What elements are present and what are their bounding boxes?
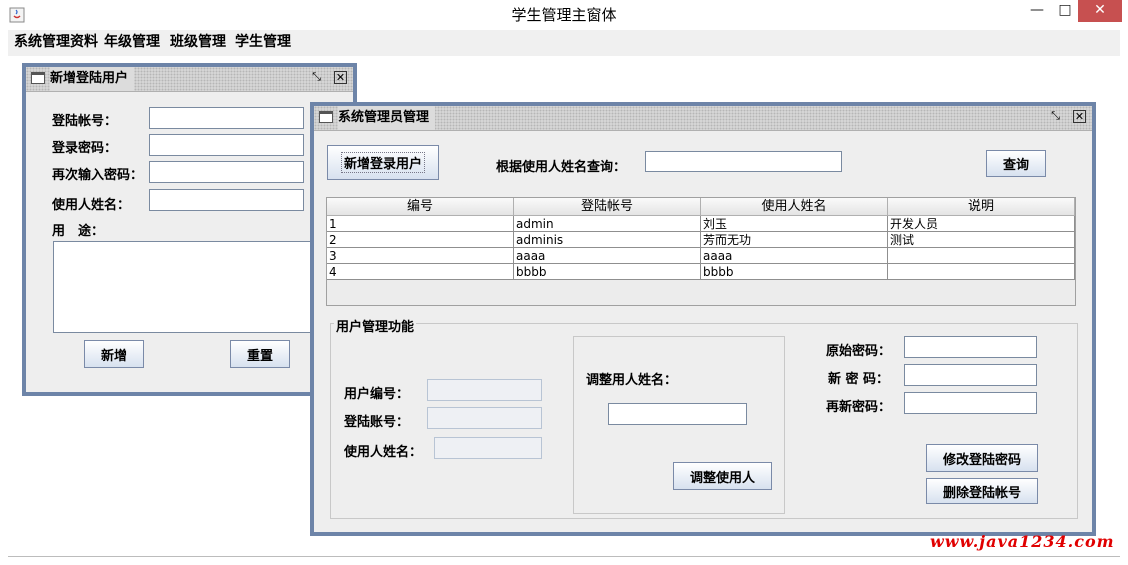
query-button[interactable]: 查询 [986, 150, 1046, 177]
user-management-group-title: 用户管理功能 [334, 316, 417, 335]
user-name-input[interactable] [149, 189, 304, 211]
close-icon[interactable]: ✕ [334, 71, 347, 84]
table-cell: bbbb [514, 264, 701, 280]
watermark-text: www.java1234.com [930, 532, 1115, 551]
password-input[interactable] [149, 134, 304, 156]
add-button[interactable]: 新增 [84, 340, 144, 368]
window-title: 学生管理主窗体 [511, 6, 617, 24]
table-cell [888, 264, 1075, 280]
password-again-label: 再次输入密码： [52, 168, 144, 183]
frame-icon [31, 72, 45, 84]
add-user-frame: 新增登陆用户 ⤡ ✕ 登陆帐号： 登录密码： 再次输入密码： 使用人姓名： 用 … [22, 63, 357, 396]
minimize-button[interactable]: — [1022, 0, 1052, 22]
col-header-account[interactable]: 登陆帐号 [514, 198, 701, 216]
restore-icon[interactable]: ⤡ [310, 71, 323, 84]
user-name-label: 使用人姓名： [52, 198, 131, 213]
add-user-frame-titlebar[interactable]: 新增登陆用户 ⤡ ✕ [26, 67, 353, 92]
table-cell: aaaa [701, 248, 888, 264]
col-header-description[interactable]: 说明 [888, 198, 1075, 216]
add-login-user-button[interactable]: 新增登录用户 [327, 145, 439, 180]
reset-button[interactable]: 重置 [230, 340, 290, 368]
purpose-label: 用 途： [52, 224, 105, 239]
table-cell: 开发人员 [888, 216, 1075, 232]
old-password-label: 原始密码： [826, 344, 892, 359]
table-cell: 2 [327, 232, 514, 248]
user-id-input [427, 379, 542, 401]
adjust-name-label: 调整用人姓名： [586, 373, 678, 388]
admin-table: 编号 登陆帐号 使用人姓名 说明 1 admin 刘玉 开发人员 2 admin… [326, 197, 1076, 306]
table-row[interactable]: 1 admin 刘玉 开发人员 [327, 216, 1075, 232]
search-name-input[interactable] [645, 151, 842, 172]
adjust-user-button[interactable]: 调整使用人 [673, 462, 772, 490]
add-user-frame-title: 新增登陆用户 [50, 67, 135, 91]
table-cell: 测试 [888, 232, 1075, 248]
table-cell: aaaa [514, 248, 701, 264]
table-cell: bbbb [701, 264, 888, 280]
col-header-user-name[interactable]: 使用人姓名 [701, 198, 888, 216]
table-cell: adminis [514, 232, 701, 248]
purpose-textarea[interactable] [53, 241, 313, 333]
close-icon[interactable]: ✕ [1073, 110, 1086, 123]
table-row[interactable]: 2 adminis 芳而无功 测试 [327, 232, 1075, 248]
add-login-user-label: 新增登录用户 [340, 152, 425, 173]
table-cell: 4 [327, 264, 514, 280]
admin-frame-title: 系统管理员管理 [338, 106, 436, 130]
table-cell: 1 [327, 216, 514, 232]
adjust-name-input[interactable] [608, 403, 747, 425]
search-label: 根据使用人姓名查询： [496, 160, 627, 175]
table-cell [888, 248, 1075, 264]
login-account-label: 登陆账号： [344, 415, 410, 430]
frame-icon [319, 111, 333, 123]
account-input[interactable] [149, 107, 304, 129]
menu-grade-management[interactable]: 年级管理 [104, 30, 160, 56]
table-row[interactable]: 3 aaaa aaaa [327, 248, 1075, 264]
renew-password-input[interactable] [904, 392, 1037, 414]
renew-password-label: 再新密码： [826, 400, 892, 415]
password-label: 登录密码： [52, 141, 118, 156]
table-row[interactable]: 4 bbbb bbbb [327, 264, 1075, 280]
table-cell: 芳而无功 [701, 232, 888, 248]
close-window-button[interactable]: ✕ [1078, 0, 1122, 22]
table-cell: 3 [327, 248, 514, 264]
old-password-input[interactable] [904, 336, 1037, 358]
restore-icon[interactable]: ⤡ [1049, 110, 1062, 123]
col-header-id[interactable]: 编号 [327, 198, 514, 216]
admin-frame-titlebar[interactable]: 系统管理员管理 ⤡ ✕ [314, 106, 1092, 131]
table-cell: 刘玉 [701, 216, 888, 232]
menu-bar: 系统管理资料 年级管理 班级管理 学生管理 [8, 30, 1120, 57]
table-cell: admin [514, 216, 701, 232]
account-label: 登陆帐号： [52, 114, 118, 129]
user-name-display-label: 使用人姓名： [344, 445, 423, 460]
modify-password-button[interactable]: 修改登陆密码 [926, 444, 1038, 472]
delete-account-button[interactable]: 删除登陆帐号 [926, 478, 1038, 504]
user-id-label: 用户编号： [344, 387, 410, 402]
login-account-input [427, 407, 542, 429]
user-name-display-input [434, 437, 542, 459]
menu-system-data[interactable]: 系统管理资料 [14, 30, 98, 56]
new-password-label: 新 密 码： [828, 372, 890, 387]
admin-management-frame: 系统管理员管理 ⤡ ✕ 新增登录用户 根据使用人姓名查询： 查询 编号 登陆帐号… [310, 102, 1096, 536]
maximize-button[interactable]: □ [1052, 0, 1078, 22]
menu-class-management[interactable]: 班级管理 [170, 30, 226, 56]
new-password-input[interactable] [904, 364, 1037, 386]
menu-student-management[interactable]: 学生管理 [235, 30, 291, 56]
password-again-input[interactable] [149, 161, 304, 183]
